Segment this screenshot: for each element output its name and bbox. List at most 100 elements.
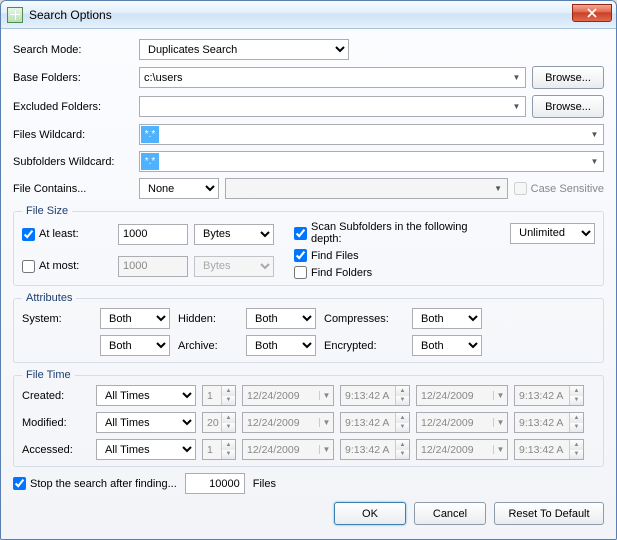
modified-date1[interactable]: 12/24/2009▼ bbox=[242, 412, 334, 433]
arrow-up-icon: ▲ bbox=[396, 386, 409, 396]
chevron-down-icon[interactable]: ▼ bbox=[587, 153, 602, 170]
arrow-up-icon: ▲ bbox=[570, 440, 583, 450]
at-most-label: At most: bbox=[39, 260, 79, 272]
accessed-time1-spinner[interactable]: 9:13:42 A▲▼ bbox=[340, 439, 410, 460]
attributes-group: Attributes System: Both Hidden: Both Com… bbox=[13, 292, 604, 363]
created-mode-select[interactable]: All Times bbox=[96, 385, 196, 406]
accessed-count-spinner[interactable]: 1▲▼ bbox=[202, 439, 236, 460]
modified-mode-select[interactable]: All Times bbox=[96, 412, 196, 433]
chevron-down-icon: ▼ bbox=[319, 418, 333, 427]
titlebar: Search Options bbox=[1, 1, 616, 29]
ok-button[interactable]: OK bbox=[334, 502, 406, 525]
at-least-value-input[interactable] bbox=[118, 224, 188, 245]
base-folders-input[interactable] bbox=[139, 67, 526, 88]
scan-subfolders-label: Scan Subfolders in the following depth: bbox=[311, 221, 498, 245]
arrow-up-icon: ▲ bbox=[396, 440, 409, 450]
search-mode-label: Search Mode: bbox=[13, 44, 133, 56]
find-files-checkbox[interactable] bbox=[294, 249, 307, 262]
case-sensitive-checkbox[interactable] bbox=[514, 182, 527, 195]
file-size-legend: File Size bbox=[22, 205, 72, 217]
arrow-up-icon: ▲ bbox=[222, 386, 235, 396]
created-date1[interactable]: 12/24/2009▼ bbox=[242, 385, 334, 406]
arrow-down-icon: ▼ bbox=[222, 450, 235, 460]
compresses-select[interactable]: Both bbox=[412, 308, 482, 329]
chevron-down-icon[interactable]: ▼ bbox=[491, 180, 506, 197]
modified-date2[interactable]: 12/24/2009▼ bbox=[416, 412, 508, 433]
arrow-up-icon: ▲ bbox=[222, 413, 235, 423]
hidden-select[interactable]: Both bbox=[246, 308, 316, 329]
chevron-down-icon[interactable]: ▼ bbox=[509, 98, 524, 115]
find-folders-checkbox[interactable] bbox=[294, 266, 307, 279]
archive-select[interactable]: Both bbox=[246, 335, 316, 356]
accessed-date1[interactable]: 12/24/2009▼ bbox=[242, 439, 334, 460]
base-folders-label: Base Folders: bbox=[13, 72, 133, 84]
subfolders-wildcard-label: Subfolders Wildcard: bbox=[13, 156, 133, 168]
encrypted-select[interactable]: Both bbox=[412, 335, 482, 356]
arrow-down-icon: ▼ bbox=[396, 450, 409, 460]
chevron-down-icon[interactable]: ▼ bbox=[587, 126, 602, 143]
system-label: System: bbox=[22, 313, 92, 325]
file-time-group: File Time Created: All Times 1▲▼ 12/24/2… bbox=[13, 369, 604, 467]
modified-time2-spinner[interactable]: 9:13:42 A▲▼ bbox=[514, 412, 584, 433]
scan-subfolders-checkbox[interactable] bbox=[294, 227, 307, 240]
arrow-down-icon: ▼ bbox=[396, 423, 409, 433]
search-options-dialog: Search Options Search Mode: Duplicates S… bbox=[0, 0, 617, 540]
stop-search-checkbox[interactable] bbox=[13, 477, 26, 490]
subfolders-wildcard-input[interactable] bbox=[139, 151, 604, 172]
accessed-mode-select[interactable]: All Times bbox=[96, 439, 196, 460]
chevron-down-icon[interactable]: ▼ bbox=[509, 69, 524, 86]
arrow-down-icon: ▼ bbox=[570, 396, 583, 406]
compresses-label: Compresses: bbox=[324, 313, 404, 325]
reset-to-default-button[interactable]: Reset To Default bbox=[494, 502, 604, 525]
encrypted-label: Encrypted: bbox=[324, 340, 404, 352]
depth-select[interactable]: Unlimited bbox=[510, 223, 595, 244]
search-mode-select[interactable]: Duplicates Search bbox=[139, 39, 349, 60]
case-sensitive-label: Case Sensitive bbox=[531, 183, 604, 195]
created-time2-spinner[interactable]: 9:13:42 A▲▼ bbox=[514, 385, 584, 406]
chevron-down-icon: ▼ bbox=[493, 445, 507, 454]
files-wildcard-input[interactable] bbox=[139, 124, 604, 145]
file-contains-input[interactable] bbox=[225, 178, 508, 199]
browse-excluded-button[interactable]: Browse... bbox=[532, 95, 604, 118]
stop-search-label: Stop the search after finding... bbox=[30, 478, 177, 490]
app-icon bbox=[7, 7, 23, 23]
files-wildcard-label: Files Wildcard: bbox=[13, 129, 133, 141]
at-least-checkbox[interactable] bbox=[22, 228, 35, 241]
at-least-label: At least: bbox=[39, 228, 79, 240]
hidden-label: Hidden: bbox=[178, 313, 238, 325]
readonly-select[interactable]: Both bbox=[100, 335, 170, 356]
find-folders-label: Find Folders bbox=[311, 267, 372, 279]
browse-base-button[interactable]: Browse... bbox=[532, 66, 604, 89]
modified-count-spinner[interactable]: 20▲▼ bbox=[202, 412, 236, 433]
at-most-value-input[interactable] bbox=[118, 256, 188, 277]
stop-count-input[interactable] bbox=[185, 473, 245, 494]
file-contains-mode-select[interactable]: None bbox=[139, 178, 219, 199]
archive-label: Archive: bbox=[178, 340, 238, 352]
created-time1-spinner[interactable]: 9:13:42 A▲▼ bbox=[340, 385, 410, 406]
created-date2[interactable]: 12/24/2009▼ bbox=[416, 385, 508, 406]
created-label: Created: bbox=[22, 390, 90, 402]
arrow-down-icon: ▼ bbox=[570, 450, 583, 460]
excluded-folders-input[interactable] bbox=[139, 96, 526, 117]
window-title: Search Options bbox=[29, 8, 112, 22]
at-most-unit-select[interactable]: Bytes bbox=[194, 256, 274, 277]
wildcard-highlight-icon: *.* bbox=[141, 126, 159, 143]
accessed-time2-spinner[interactable]: 9:13:42 A▲▼ bbox=[514, 439, 584, 460]
find-files-label: Find Files bbox=[311, 250, 359, 262]
system-select[interactable]: Both bbox=[100, 308, 170, 329]
file-contains-label: File Contains... bbox=[13, 183, 133, 195]
accessed-label: Accessed: bbox=[22, 444, 90, 456]
modified-time1-spinner[interactable]: 9:13:42 A▲▼ bbox=[340, 412, 410, 433]
close-button[interactable] bbox=[572, 4, 612, 22]
accessed-date2[interactable]: 12/24/2009▼ bbox=[416, 439, 508, 460]
cancel-button[interactable]: Cancel bbox=[414, 502, 486, 525]
at-most-checkbox[interactable] bbox=[22, 260, 35, 273]
file-time-legend: File Time bbox=[22, 369, 75, 381]
at-least-unit-select[interactable]: Bytes bbox=[194, 224, 274, 245]
excluded-folders-label: Excluded Folders: bbox=[13, 101, 133, 113]
arrow-up-icon: ▲ bbox=[222, 440, 235, 450]
modified-label: Modified: bbox=[22, 417, 90, 429]
created-count-spinner[interactable]: 1▲▼ bbox=[202, 385, 236, 406]
arrow-up-icon: ▲ bbox=[570, 413, 583, 423]
arrow-down-icon: ▼ bbox=[570, 423, 583, 433]
